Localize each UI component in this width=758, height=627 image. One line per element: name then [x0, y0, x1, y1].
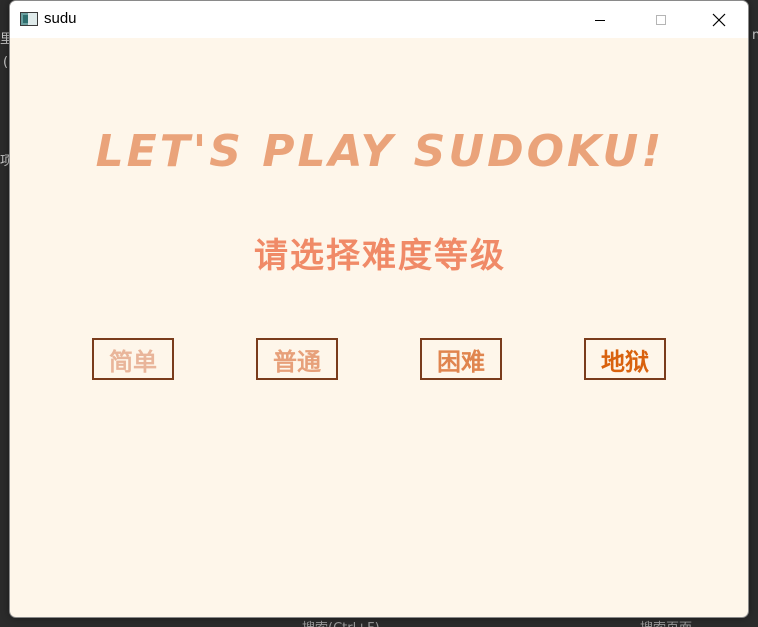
- background-search-text: 搜索(Ctrl+F): [302, 617, 380, 627]
- minimize-icon: [595, 19, 605, 21]
- maximize-button[interactable]: [638, 1, 684, 38]
- close-button[interactable]: [696, 1, 742, 38]
- sudoku-window: sudu LET'S PLAY SUDOKU! 请选择难度等级 简单 普通 困难…: [9, 0, 749, 618]
- easy-level-button[interactable]: 简单: [92, 338, 174, 380]
- hell-level-button[interactable]: 地狱: [584, 338, 666, 380]
- window-title: sudu: [44, 10, 77, 27]
- page-title: LET'S PLAY SUDOKU!: [95, 126, 665, 177]
- difficulty-prompt: 请选择难度等级: [254, 236, 506, 276]
- background-ide-text: n: [752, 28, 758, 43]
- normal-level-button[interactable]: 普通: [256, 338, 338, 380]
- minimize-button[interactable]: [577, 1, 623, 38]
- title-bar[interactable]: sudu: [10, 1, 748, 38]
- background-search-page-text: 搜索页面: [640, 617, 692, 627]
- maximize-icon: [656, 14, 666, 25]
- background-ide-text: (: [3, 55, 9, 70]
- close-icon: [712, 13, 726, 26]
- app-window-icon: [20, 12, 38, 26]
- game-menu: LET'S PLAY SUDOKU! 请选择难度等级 简单 普通 困难 地狱: [10, 38, 748, 617]
- hard-level-button[interactable]: 困难: [420, 338, 502, 380]
